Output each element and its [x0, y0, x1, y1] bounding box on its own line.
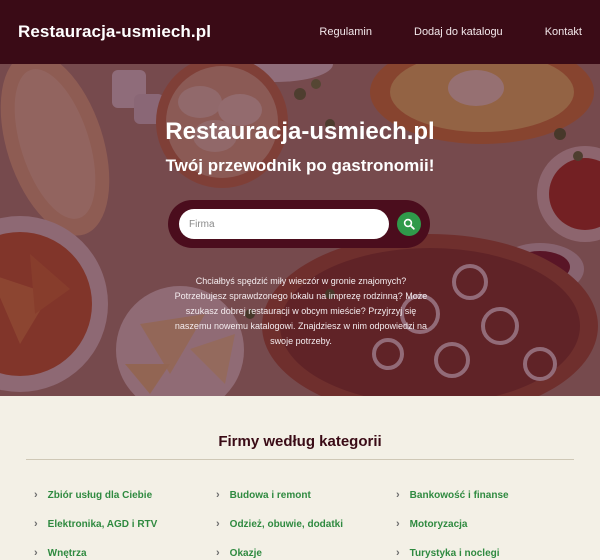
categories-heading: Firmy według kategorii	[218, 433, 382, 450]
chevron-right-icon: ›	[396, 489, 400, 501]
company-search-input[interactable]	[179, 209, 389, 239]
main-nav: Regulamin Dodaj do katalogu Kontakt	[277, 26, 582, 38]
category-link-okazje[interactable]: › Okazje	[216, 547, 262, 559]
category-link-zbior-uslug[interactable]: › Zbiór usług dla Ciebie	[34, 489, 152, 501]
category-label: Motoryzacja	[409, 518, 468, 530]
category-link-motoryzacja[interactable]: › Motoryzacja	[396, 518, 467, 530]
chevron-right-icon: ›	[216, 518, 220, 530]
chevron-right-icon: ›	[34, 547, 38, 559]
category-link-elektronika[interactable]: › Elektronika, AGD i RTV	[34, 518, 157, 530]
site-logo[interactable]: Restauracja-usmiech.pl	[18, 22, 211, 42]
categories-divider	[26, 459, 574, 460]
category-link-bankowosc[interactable]: › Bankowość i finanse	[396, 489, 509, 501]
nav-link-kontakt[interactable]: Kontakt	[545, 26, 582, 38]
category-label: Wnętrza	[47, 547, 87, 559]
category-label: Budowa i remont	[229, 489, 311, 501]
category-label: Odzież, obuwie, dodatki	[229, 518, 344, 530]
nav-link-dodaj[interactable]: Dodaj do katalogu	[414, 26, 503, 38]
category-link-wnetrza[interactable]: › Wnętrza	[34, 547, 87, 559]
category-label: Turystyka i noclegi	[409, 547, 500, 559]
category-label: Elektronika, AGD i RTV	[47, 518, 158, 530]
category-label: Okazje	[229, 547, 262, 559]
search-button[interactable]	[397, 212, 421, 236]
hero-subtitle: Twój przewodnik po gastronomii!	[165, 156, 435, 175]
chevron-right-icon: ›	[216, 547, 220, 559]
hero-section: Restauracja-usmiech.pl Twój przewodnik p…	[0, 64, 600, 396]
category-label: Zbiór usług dla Ciebie	[47, 489, 153, 501]
category-label: Bankowość i finanse	[409, 489, 509, 501]
chevron-right-icon: ›	[216, 489, 220, 501]
category-link-budowa[interactable]: › Budowa i remont	[216, 489, 311, 501]
search-bar	[168, 200, 430, 248]
hero-title: Restauracja-usmiech.pl	[165, 118, 435, 145]
chevron-right-icon: ›	[396, 547, 400, 559]
nav-link-regulamin[interactable]: Regulamin	[319, 26, 372, 38]
chevron-right-icon: ›	[396, 518, 400, 530]
hero-description: Chciałbyś spędzić miły wieczór w gronie …	[174, 276, 428, 346]
top-navbar: Restauracja-usmiech.pl Regulamin Dodaj d…	[0, 0, 600, 64]
chevron-right-icon: ›	[34, 489, 38, 501]
search-icon	[403, 218, 415, 230]
chevron-right-icon: ›	[34, 518, 38, 530]
category-link-odziez[interactable]: › Odzież, obuwie, dodatki	[216, 518, 343, 530]
category-link-turystyka[interactable]: › Turystyka i noclegi	[396, 547, 500, 559]
